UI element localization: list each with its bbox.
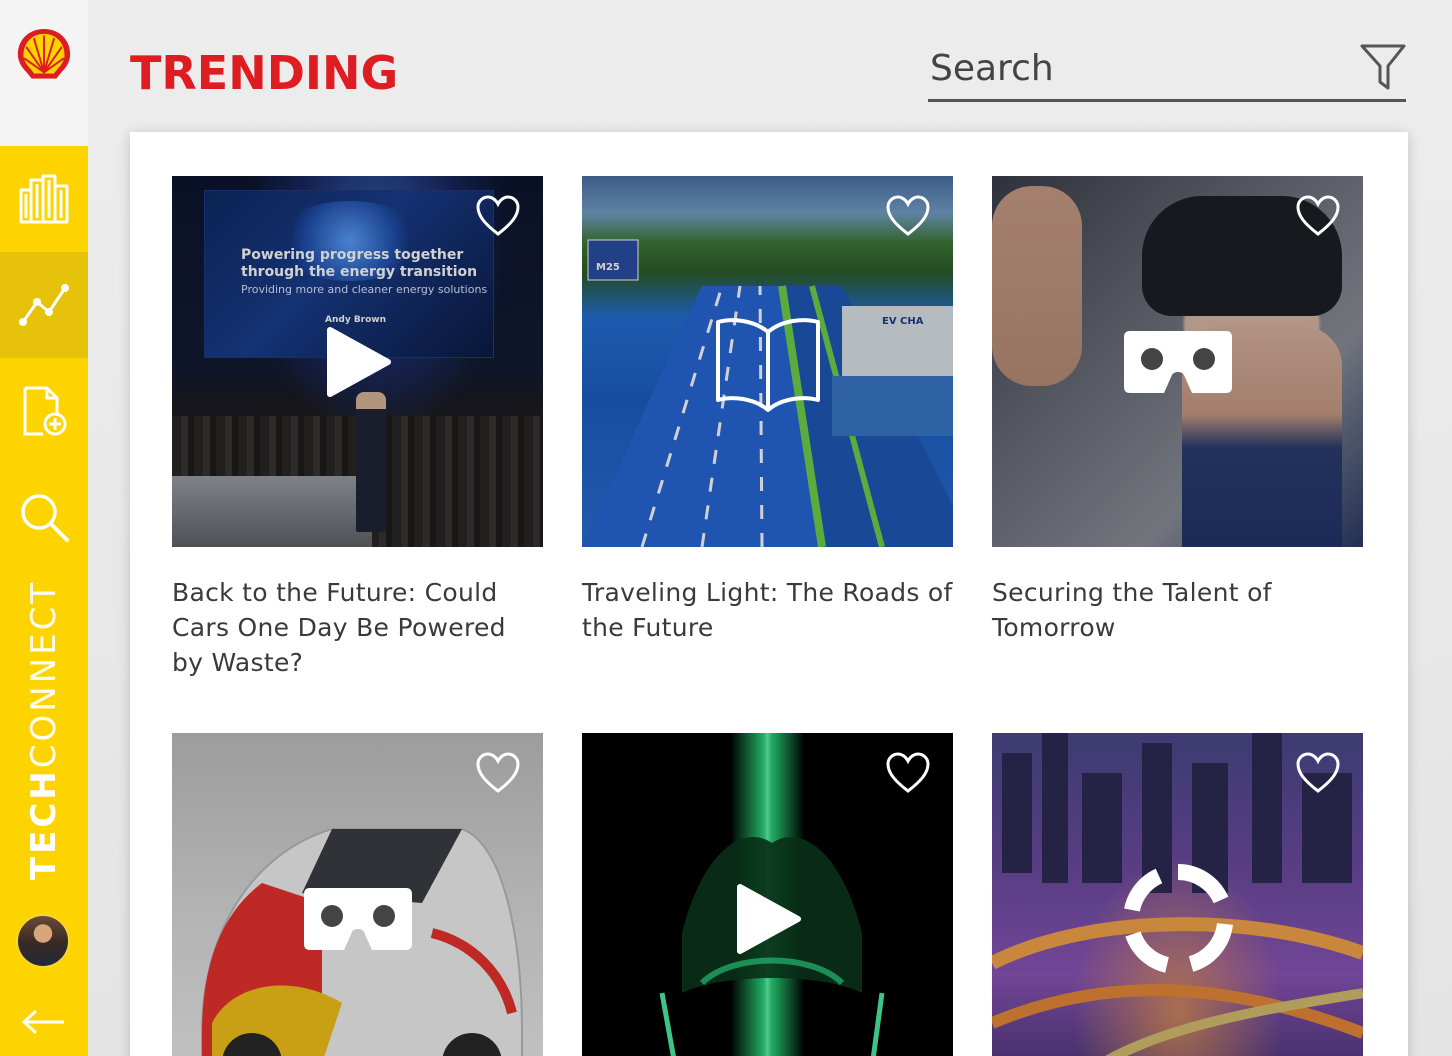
content-card[interactable]: Powering progress together through the e…: [172, 176, 543, 680]
sidebar: TECHCONNECT: [0, 0, 88, 1056]
back-button[interactable]: [0, 994, 88, 1050]
heart-icon[interactable]: [885, 194, 931, 238]
card-thumbnail[interactable]: [172, 733, 543, 1056]
360-view-icon: [1123, 863, 1233, 973]
card-thumbnail[interactable]: [992, 733, 1363, 1056]
heart-icon[interactable]: [475, 194, 521, 238]
content-card[interactable]: M25 EV CHA Traveling Light: The Roads of…: [582, 176, 953, 645]
card-title[interactable]: Traveling Light: The Roads of the Future: [582, 575, 953, 645]
sidebar-item-trending[interactable]: [0, 252, 88, 358]
search-icon: [21, 494, 69, 542]
card-thumbnail[interactable]: Powering progress together through the e…: [172, 176, 543, 547]
logo-area: [0, 0, 88, 146]
heart-icon[interactable]: [475, 751, 521, 795]
vr-headset-icon: [1123, 330, 1232, 393]
heart-icon[interactable]: [1295, 751, 1341, 795]
card-title[interactable]: Securing the Talent of Tomorrow: [992, 575, 1363, 645]
card-title[interactable]: Back to the Future: Could Cars One Day B…: [172, 575, 543, 680]
heart-icon[interactable]: [885, 751, 931, 795]
brand-light: CONNECT: [24, 579, 64, 769]
search-input[interactable]: [928, 38, 1338, 98]
buildings-icon: [19, 174, 69, 224]
search-bar: [928, 38, 1406, 102]
shell-logo[interactable]: [13, 24, 75, 86]
page-title: TRENDING: [130, 46, 399, 100]
card-thumbnail[interactable]: [582, 733, 953, 1056]
play-icon: [326, 326, 391, 397]
filter-icon[interactable]: [1360, 42, 1406, 92]
heart-icon[interactable]: [1295, 194, 1341, 238]
vr-headset-icon: [303, 887, 412, 950]
sidebar-item-add-content[interactable]: [0, 358, 88, 464]
brand-wordmark: TECHCONNECT: [24, 580, 64, 880]
add-document-icon: [23, 386, 67, 436]
sidebar-item-companies[interactable]: [0, 146, 88, 252]
user-avatar[interactable]: [16, 914, 70, 968]
content-card[interactable]: [992, 733, 1363, 1056]
play-icon: [736, 883, 801, 954]
card-thumbnail[interactable]: [992, 176, 1363, 547]
content-card[interactable]: [582, 733, 953, 1056]
sidebar-item-search[interactable]: [0, 464, 88, 570]
card-thumbnail[interactable]: M25 EV CHA: [582, 176, 953, 547]
back-arrow-icon: [21, 1009, 64, 1035]
content-card[interactable]: [172, 733, 543, 1056]
content-panel: Powering progress together through the e…: [130, 132, 1408, 1056]
brand-bold: TECH: [24, 768, 64, 881]
trend-line-icon: [19, 284, 69, 326]
book-icon: [715, 317, 820, 412]
content-card[interactable]: Securing the Talent of Tomorrow: [992, 176, 1363, 645]
